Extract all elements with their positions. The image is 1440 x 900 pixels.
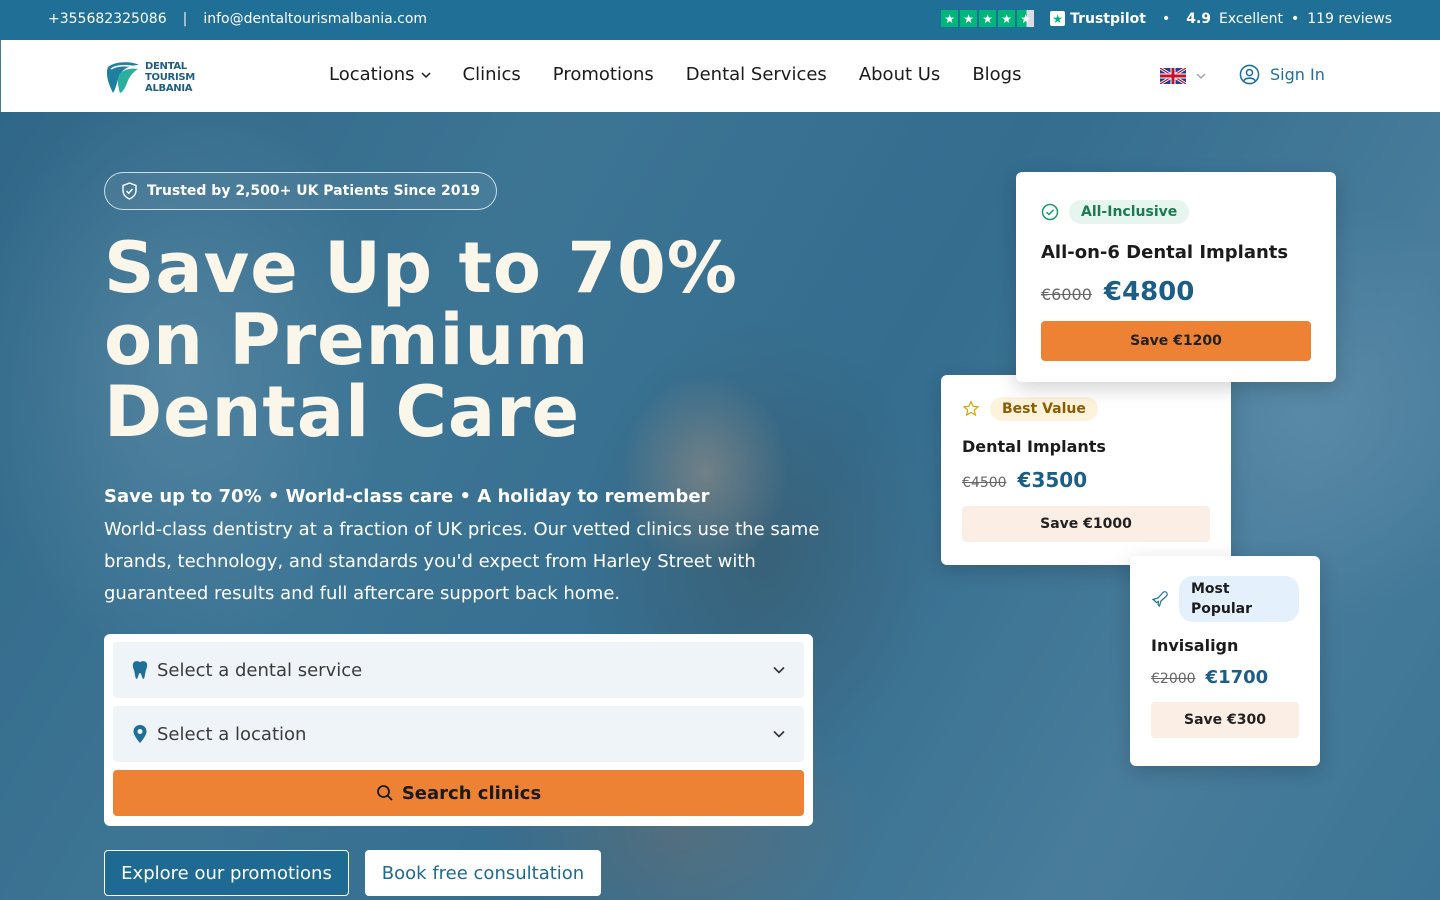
offer-prices: €4500 €3500 <box>962 468 1210 492</box>
offer-old-price: €4500 <box>962 475 1007 491</box>
chevron-down-icon <box>773 730 785 738</box>
search-clinics-button[interactable]: Search clinics <box>113 770 804 816</box>
half-star-icon: ★ <box>1017 10 1035 27</box>
offer-title: All-on-6 Dental Implants <box>1041 242 1289 263</box>
nav-item-about-us[interactable]: About Us <box>859 64 941 85</box>
nav-item-label: About Us <box>858 64 941 85</box>
offer-card-all-on-6[interactable]: All-Inclusive All-on-6 Dental Implants €… <box>1016 172 1336 382</box>
offer-old-price: €6000 <box>1041 285 1092 304</box>
bullet-separator: • <box>1290 10 1300 27</box>
star-icon: ★ <box>998 10 1016 27</box>
rating-score: 4.9 <box>1186 10 1212 27</box>
chevron-down-icon <box>773 666 785 674</box>
nav-item-label: Blogs <box>972 64 1022 85</box>
service-select-placeholder: Select a dental service <box>157 659 363 681</box>
offer-old-price: €2000 <box>1151 671 1196 687</box>
logo-line-1: DENTAL <box>145 60 187 72</box>
star-icon <box>962 400 980 417</box>
hero-section: Trusted by 2,500+ UK Patients Since 2019… <box>0 112 1440 900</box>
star-icon: ★ <box>960 10 978 27</box>
offer-new-price: €4800 <box>1103 277 1195 307</box>
phone-link[interactable]: +355682325086 <box>48 11 167 27</box>
trustpilot-rating[interactable]: ★ ★ ★ ★ ★ ★ Trustpilot • 4.9 Excellent •… <box>941 10 1392 27</box>
location-select[interactable]: Select a location <box>113 706 804 762</box>
nav-item-clinics[interactable]: Clinics <box>463 64 521 85</box>
trust-badge: Trusted by 2,500+ UK Patients Since 2019 <box>104 172 497 210</box>
hero-description: World-class dentistry at a fraction of U… <box>104 519 820 604</box>
shield-check-icon <box>122 182 137 200</box>
email-link[interactable]: info@dentaltourismalbania.com <box>203 11 427 27</box>
hero-tagline: Save up to 70% • World-class care • A ho… <box>104 486 710 507</box>
contact-info: +355682325086 | info@dentaltourismalbani… <box>48 11 427 27</box>
offer-badge: Best Value <box>990 397 1098 421</box>
chevron-down-icon <box>420 71 431 78</box>
offer-card-dental-implants[interactable]: Best Value Dental Implants €4500 €3500 S… <box>941 375 1231 565</box>
user-circle-icon <box>1239 64 1260 85</box>
site-logo[interactable]: DENTAL TOURISM ALBANIA <box>105 59 195 95</box>
logo-line-3: ALBANIA <box>145 82 193 94</box>
nav-item-blogs[interactable]: Blogs <box>972 64 1021 85</box>
offer-prices: €2000 €1700 <box>1151 667 1299 688</box>
logo-line-2: TOURISM <box>145 71 195 83</box>
offer-save-button[interactable]: Save €1000 <box>962 506 1210 542</box>
plane-icon <box>1151 591 1168 608</box>
nav-menu: Locations Clinics Promotions Dental Serv… <box>329 64 1021 85</box>
trust-badge-text: Trusted by 2,500+ UK Patients Since 2019 <box>147 183 480 199</box>
trustpilot-star-icon: ★ <box>1050 11 1066 26</box>
map-pin-icon <box>133 725 147 743</box>
check-circle-icon <box>1041 203 1059 221</box>
language-selector[interactable] <box>1160 68 1206 84</box>
nav-item-locations[interactable]: Locations <box>329 64 431 85</box>
trustpilot-logo: ★ Trustpilot <box>1050 11 1146 27</box>
nav-item-label: Promotions <box>552 64 654 85</box>
offer-title: Dental Implants <box>962 437 1106 456</box>
offer-prices: €6000 €4800 <box>1041 277 1311 307</box>
chevron-down-icon <box>1196 73 1206 79</box>
offer-badge: All-Inclusive <box>1069 200 1190 224</box>
uk-flag-icon <box>1160 68 1186 84</box>
offer-badge-row: Most Popular <box>1151 576 1299 622</box>
star-icon: ★ <box>941 10 959 27</box>
sign-in-link[interactable]: Sign In <box>1239 64 1325 85</box>
contact-separator: | <box>182 11 188 27</box>
bullet-separator: • <box>1161 10 1171 27</box>
nav-item-dental-services[interactable]: Dental Services <box>686 64 827 85</box>
tooth-icon <box>132 661 148 679</box>
offer-title: Invisalign <box>1151 636 1239 655</box>
trustpilot-label: Trustpilot <box>1070 10 1146 27</box>
search-icon <box>376 785 393 801</box>
offer-new-price: €1700 <box>1205 667 1269 688</box>
book-consultation-button[interactable]: Book free consultation <box>365 850 601 896</box>
rating-word: Excellent <box>1219 10 1283 27</box>
clinic-search-form: Select a dental service Select a locatio… <box>104 634 813 826</box>
rating-stars: ★ ★ ★ ★ ★ <box>941 10 1035 27</box>
explore-promotions-button[interactable]: Explore our promotions <box>104 850 349 896</box>
star-icon: ★ <box>979 10 997 27</box>
offer-save-button[interactable]: Save €300 <box>1151 702 1299 738</box>
offer-new-price: €3500 <box>1017 468 1088 492</box>
nav-item-label: Locations <box>329 64 415 85</box>
tooth-logo-icon <box>106 62 139 93</box>
search-button-label: Search clinics <box>401 782 542 804</box>
review-count: 119 reviews <box>1307 10 1392 27</box>
sign-in-label: Sign In <box>1270 65 1325 84</box>
offer-badge-row: All-Inclusive <box>1041 200 1311 224</box>
service-select[interactable]: Select a dental service <box>113 642 804 698</box>
offer-save-button[interactable]: Save €1200 <box>1041 321 1311 361</box>
offer-card-invisalign[interactable]: Most Popular Invisalign €2000 €1700 Save… <box>1130 556 1320 766</box>
logo-text: DENTAL TOURISM ALBANIA <box>145 61 195 94</box>
offer-badge-row: Best Value <box>962 397 1210 421</box>
hero-headline: Save Up to 70% on Premium Dental Care <box>104 227 738 453</box>
nav-item-label: Clinics <box>462 64 521 85</box>
nav-item-promotions[interactable]: Promotions <box>553 64 654 85</box>
nav-item-label: Dental Services <box>685 64 827 85</box>
location-select-placeholder: Select a location <box>157 723 307 745</box>
top-bar: +355682325086 | info@dentaltourismalbani… <box>0 0 1440 40</box>
main-navigation: DENTAL TOURISM ALBANIA Locations Clinics… <box>0 40 1440 112</box>
offer-badge: Most Popular <box>1179 576 1299 622</box>
